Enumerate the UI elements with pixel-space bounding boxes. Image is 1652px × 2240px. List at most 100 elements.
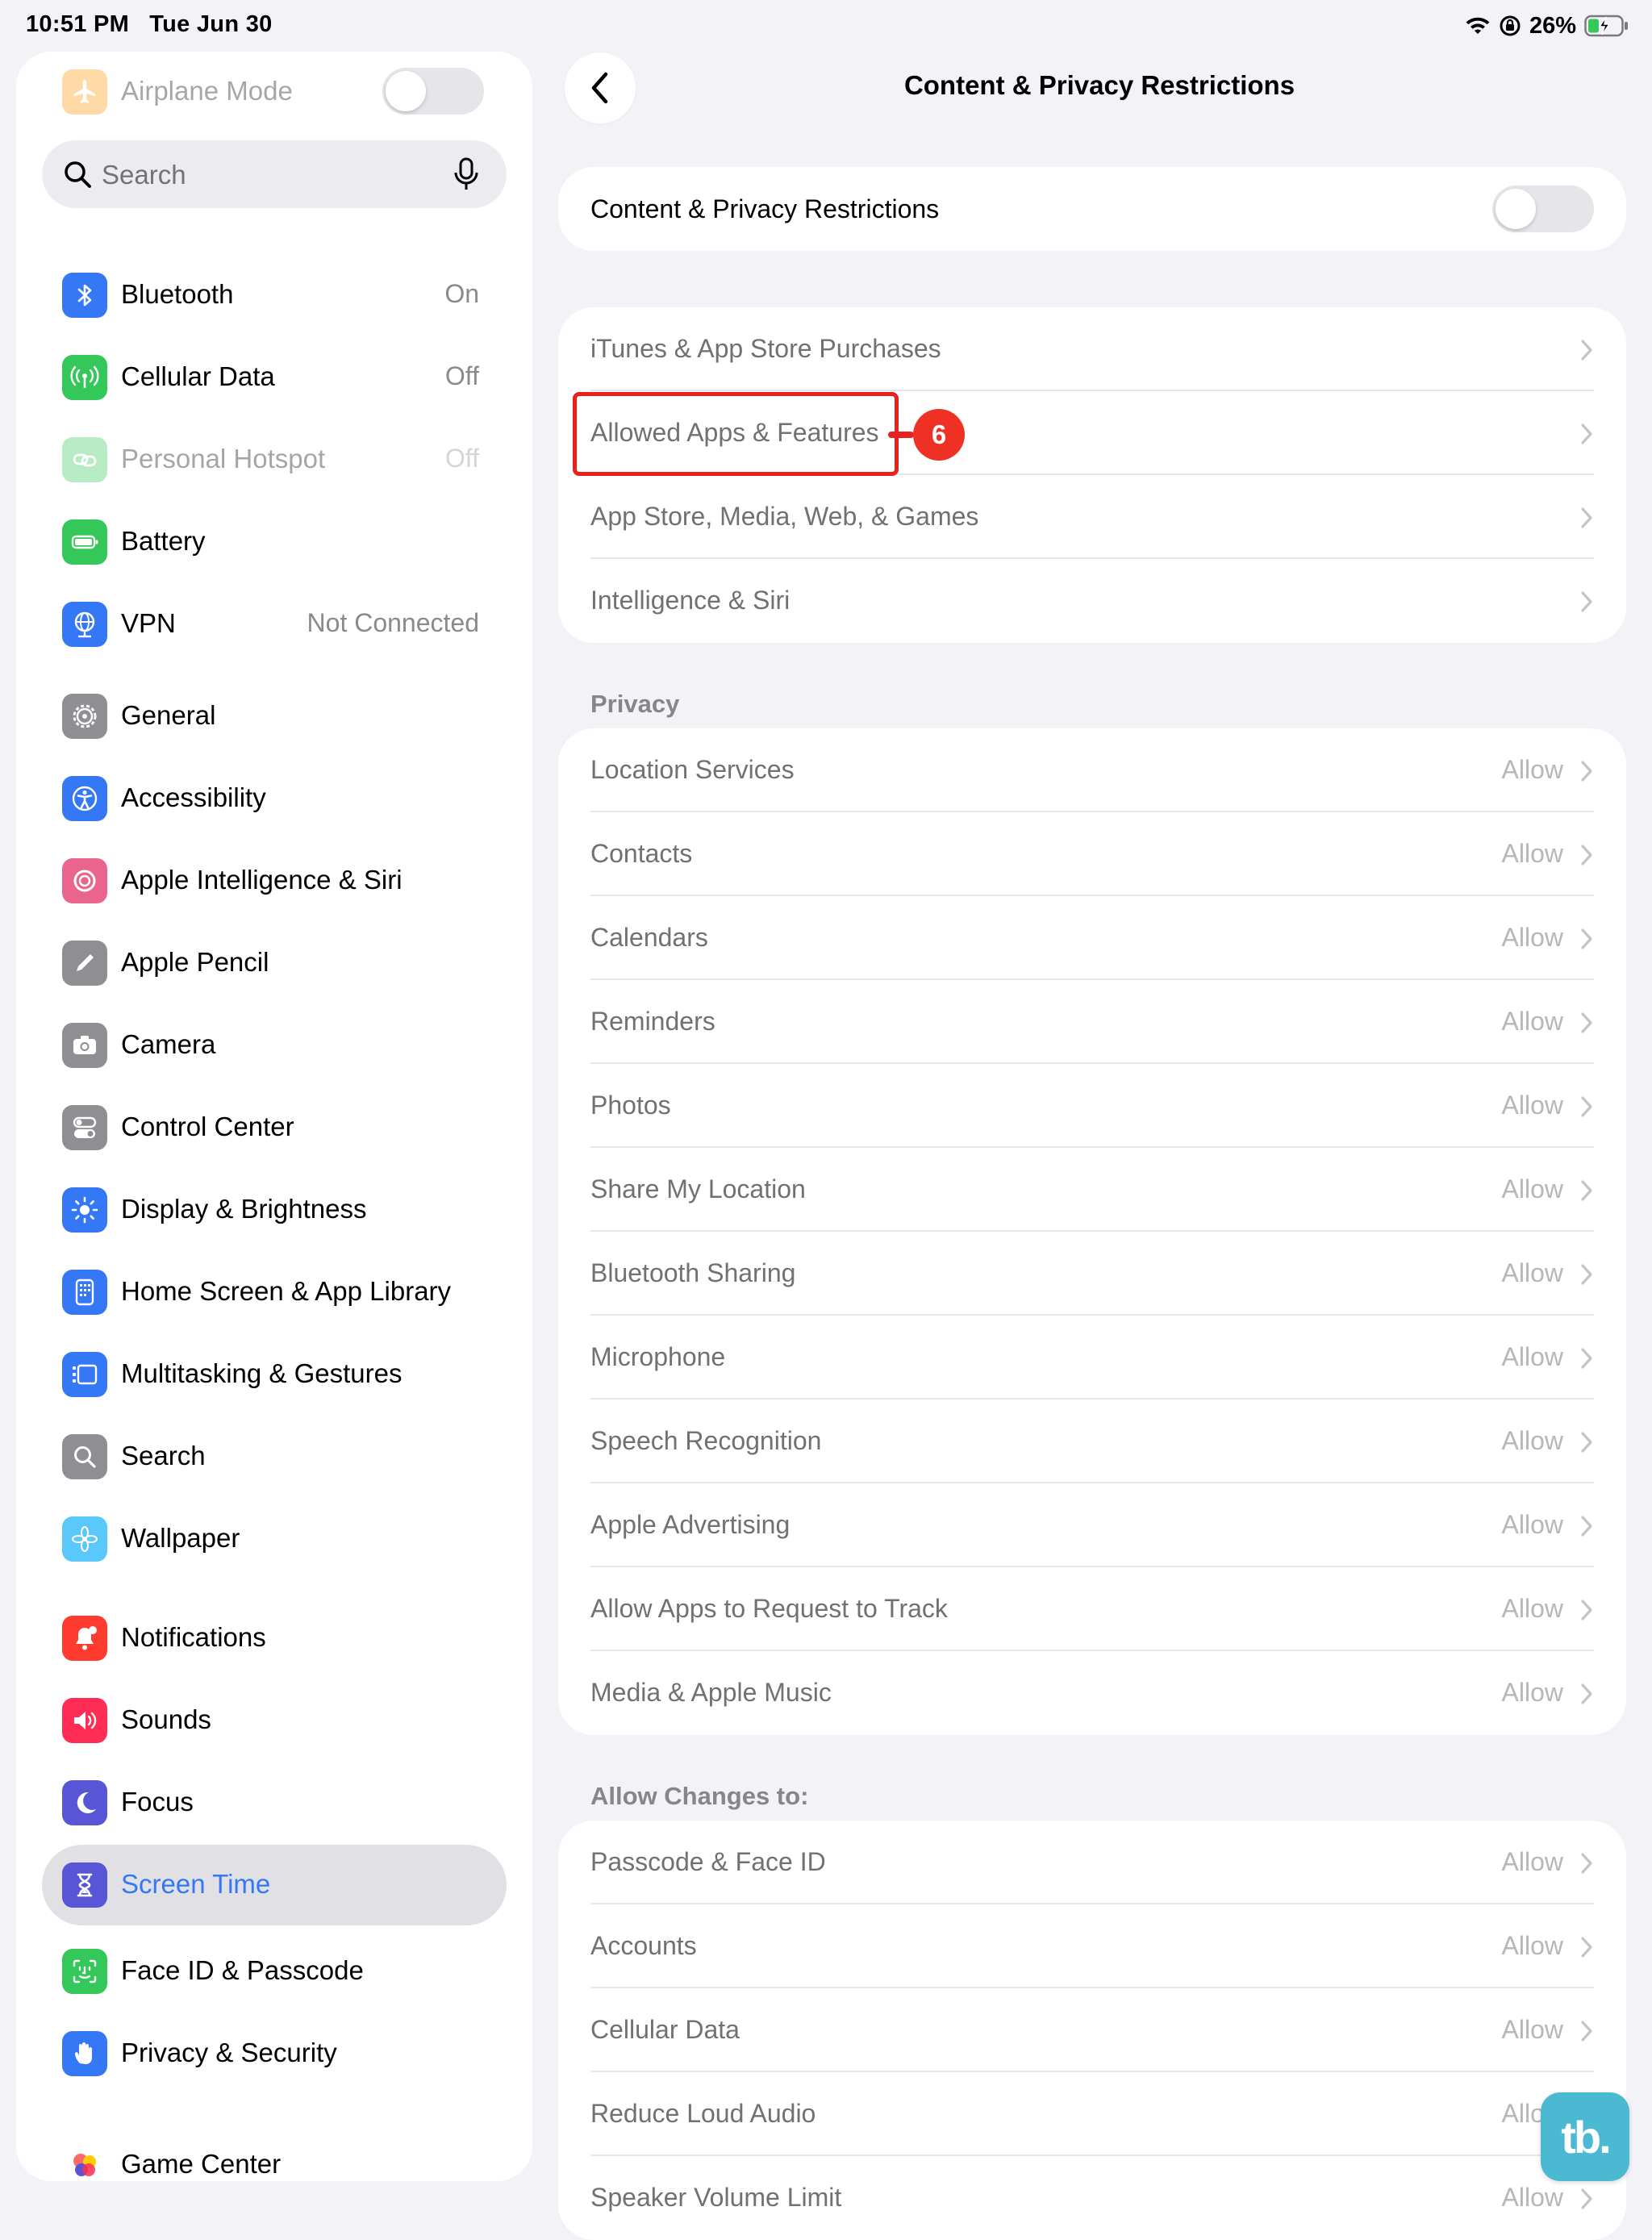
step-connector <box>888 432 914 438</box>
multitasking-icon <box>62 1352 107 1397</box>
sidebar-item-control-center[interactable]: Control Center <box>16 1087 532 1168</box>
settings-row-speech-recognition[interactable]: Speech Recognition Allow <box>558 1399 1626 1483</box>
settings-row-itunes-app-store-purchases[interactable]: iTunes & App Store Purchases <box>558 307 1626 391</box>
chevron-right-icon <box>1581 423 1592 444</box>
sidebar-item-sounds[interactable]: Sounds <box>16 1680 532 1761</box>
sidebar-item-label: Camera <box>121 1029 216 1059</box>
settings-row-location-services[interactable]: Location Services Allow <box>558 728 1626 812</box>
settings-row-cellular-data[interactable]: Cellular Data Allow <box>558 1988 1626 2072</box>
settings-row-intelligence-siri[interactable]: Intelligence & Siri <box>558 559 1626 643</box>
settings-row-bluetooth-sharing[interactable]: Bluetooth Sharing Allow <box>558 1232 1626 1316</box>
settings-row-reminders[interactable]: Reminders Allow <box>558 980 1626 1064</box>
sidebar-item-label: Airplane Mode <box>121 76 293 106</box>
settings-row-share-my-location[interactable]: Share My Location Allow <box>558 1148 1626 1232</box>
sidebar-item-personal-hotspot[interactable]: Personal Hotspot Off <box>16 419 532 500</box>
sidebar-item-focus[interactable]: Focus <box>16 1762 532 1843</box>
sidebar-item-camera[interactable]: Camera <box>16 1005 532 1086</box>
row-label: Reduce Loud Audio <box>590 2099 816 2128</box>
content-privacy-toggle[interactable] <box>1492 186 1594 232</box>
sidebar-item-screen-time[interactable]: Screen Time <box>42 1845 507 1925</box>
settings-row-photos[interactable]: Photos Allow <box>558 1064 1626 1148</box>
sidebar-item-value: Off <box>444 444 479 473</box>
sidebar-item-label: Accessibility <box>121 782 266 812</box>
sidebar-item-accessibility[interactable]: Accessibility <box>16 758 532 839</box>
airplane-mode-toggle[interactable] <box>382 68 484 115</box>
settings-row-reduce-loud-audio[interactable]: Reduce Loud Audio Allow <box>558 2072 1626 2156</box>
settings-row-calendars[interactable]: Calendars Allow <box>558 896 1626 980</box>
sidebar-item-label: Personal Hotspot <box>121 444 326 473</box>
airplane-icon <box>62 69 107 115</box>
sidebar-item-label: General <box>121 700 216 730</box>
sidebar-item-label: Privacy & Security <box>121 2038 337 2067</box>
settings-row-media-apple-music[interactable]: Media & Apple Music Allow <box>558 1651 1626 1735</box>
sidebar-item-airplane-mode[interactable]: Airplane Mode <box>16 52 532 132</box>
sidebar-item-value: On <box>444 279 479 308</box>
link-icon <box>62 437 107 482</box>
step-highlight-box <box>573 392 899 476</box>
sidebar-item-general[interactable]: General <box>16 676 532 757</box>
sidebar-item-apple-intelligence-siri[interactable]: Apple Intelligence & Siri <box>16 841 532 921</box>
settings-row-microphone[interactable]: Microphone Allow <box>558 1316 1626 1399</box>
sidebar-item-label: Display & Brightness <box>121 1194 367 1224</box>
row-label: Allow Apps to Request to Track <box>590 1594 948 1623</box>
chevron-right-icon <box>1581 1600 1592 1621</box>
row-value: Allow <box>1501 1678 1563 1707</box>
face-id-icon <box>62 1949 107 1994</box>
settings-row-allow-apps-to-request-to-track[interactable]: Allow Apps to Request to Track Allow <box>558 1567 1626 1651</box>
sidebar-item-game-center[interactable]: Game Center <box>16 2125 532 2181</box>
game-center-icon <box>62 2142 107 2181</box>
row-label: Speech Recognition <box>590 1426 822 1455</box>
sidebar-item-search[interactable]: Search <box>16 1416 532 1497</box>
sidebar-item-label: Screen Time <box>121 1869 271 1899</box>
antenna-icon <box>62 355 107 400</box>
gear-icon <box>62 694 107 739</box>
row-label: Accounts <box>590 1931 697 1960</box>
sidebar-item-value: Not Connected <box>307 608 479 637</box>
back-button[interactable] <box>565 52 636 123</box>
settings-row-speaker-volume-limit[interactable]: Speaker Volume Limit Allow <box>558 2156 1626 2240</box>
watermark-logo: tb. <box>1541 2092 1629 2181</box>
sidebar-item-label: Search <box>121 1441 206 1470</box>
sidebar-item-label: Game Center <box>121 2149 282 2179</box>
sidebar-item-apple-pencil[interactable]: Apple Pencil <box>16 923 532 1003</box>
hand-icon <box>62 2031 107 2076</box>
chevron-right-icon <box>1581 1516 1592 1537</box>
speaker-icon <box>62 1698 107 1743</box>
sidebar-item-cellular-data[interactable]: Cellular Data Off <box>16 337 532 418</box>
settings-row-app-store-media-web-games[interactable]: App Store, Media, Web, & Games <box>558 475 1626 559</box>
search-field[interactable]: Search <box>42 140 507 208</box>
step-badge: 6 <box>913 409 965 461</box>
search-placeholder: Search <box>102 160 186 190</box>
sidebar-item-battery[interactable]: Battery <box>16 502 532 582</box>
settings-row-accounts[interactable]: Accounts Allow <box>558 1904 1626 1988</box>
sidebar-item-display-brightness[interactable]: Display & Brightness <box>16 1170 532 1250</box>
settings-row-passcode-face-id[interactable]: Passcode & Face ID Allow <box>558 1821 1626 1904</box>
sidebar-item-label: Bluetooth <box>121 279 234 309</box>
sidebar-item-bluetooth[interactable]: Bluetooth On <box>16 255 532 336</box>
row-value: Allow <box>1501 1510 1563 1539</box>
chevron-right-icon <box>1581 2021 1592 2042</box>
row-value: Allow <box>1501 923 1563 952</box>
search-icon <box>62 1434 107 1479</box>
sidebar-item-privacy-security[interactable]: Privacy & Security <box>16 2013 532 2094</box>
microphone-icon[interactable] <box>450 156 482 192</box>
toggles-icon <box>62 1105 107 1150</box>
moon-icon <box>62 1780 107 1825</box>
row-label: Share My Location <box>590 1174 806 1203</box>
sidebar-item-home-screen-app-library[interactable]: Home Screen & App Library <box>16 1252 532 1333</box>
chevron-right-icon <box>1581 1683 1592 1704</box>
chevron-right-icon <box>1581 1264 1592 1285</box>
sidebar-item-wallpaper[interactable]: Wallpaper <box>16 1499 532 1579</box>
row-label: Calendars <box>590 923 708 952</box>
settings-row-apple-advertising[interactable]: Apple Advertising Allow <box>558 1483 1626 1567</box>
settings-row-contacts[interactable]: Contacts Allow <box>558 812 1626 896</box>
sidebar-item-notifications[interactable]: Notifications <box>16 1598 532 1679</box>
row-value: Allow <box>1501 1174 1563 1203</box>
sidebar-item-multitasking-gestures[interactable]: Multitasking & Gestures <box>16 1334 532 1415</box>
sidebar-item-vpn[interactable]: VPN Not Connected <box>16 584 532 665</box>
sidebar-item-face-id-passcode[interactable]: Face ID & Passcode <box>16 1931 532 2012</box>
row-value: Allow <box>1501 1258 1563 1287</box>
chevron-right-icon <box>1581 1853 1592 1874</box>
sidebar-item-label: Home Screen & App Library <box>121 1276 452 1306</box>
sidebar-item-label: VPN <box>121 608 176 638</box>
